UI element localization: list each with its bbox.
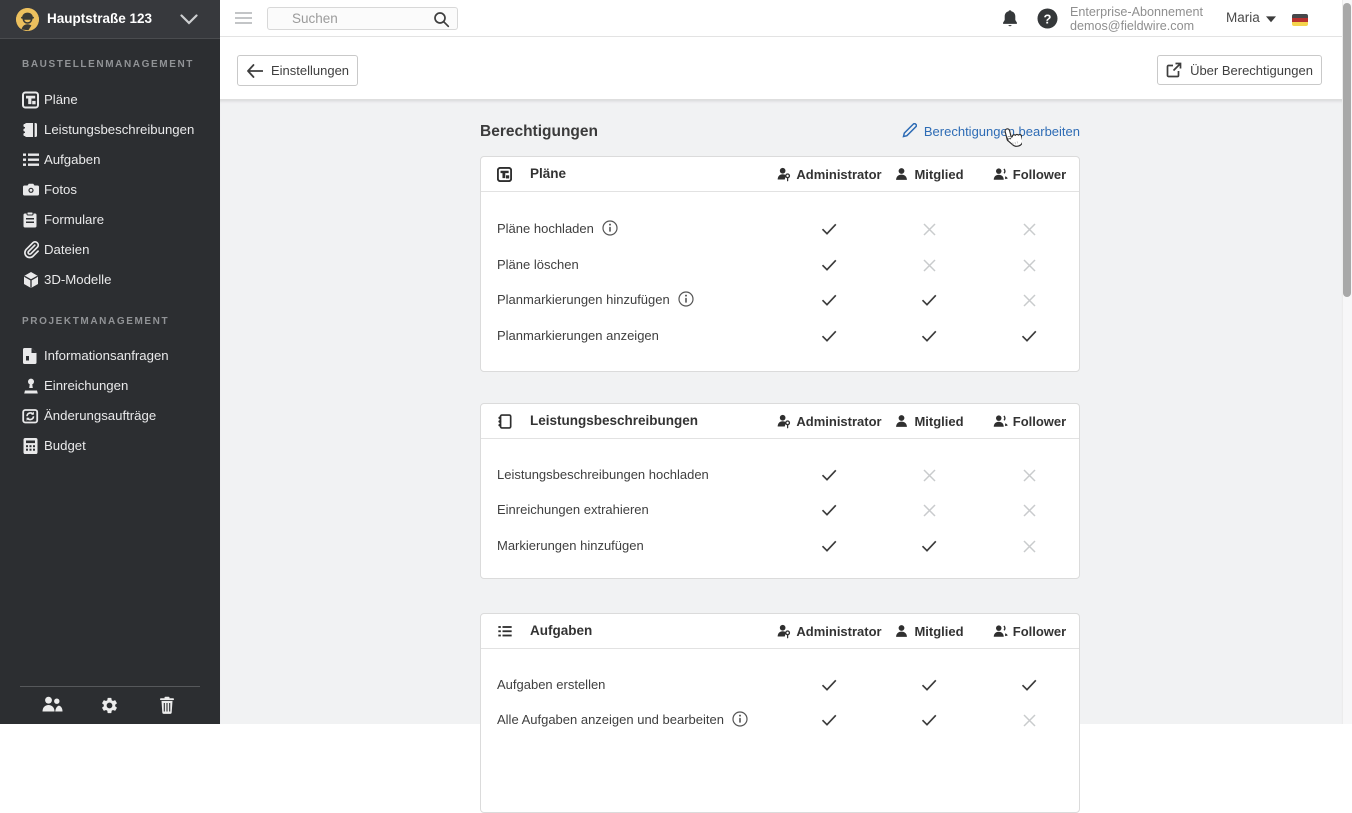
svg-text:?: ? xyxy=(1044,11,1052,26)
